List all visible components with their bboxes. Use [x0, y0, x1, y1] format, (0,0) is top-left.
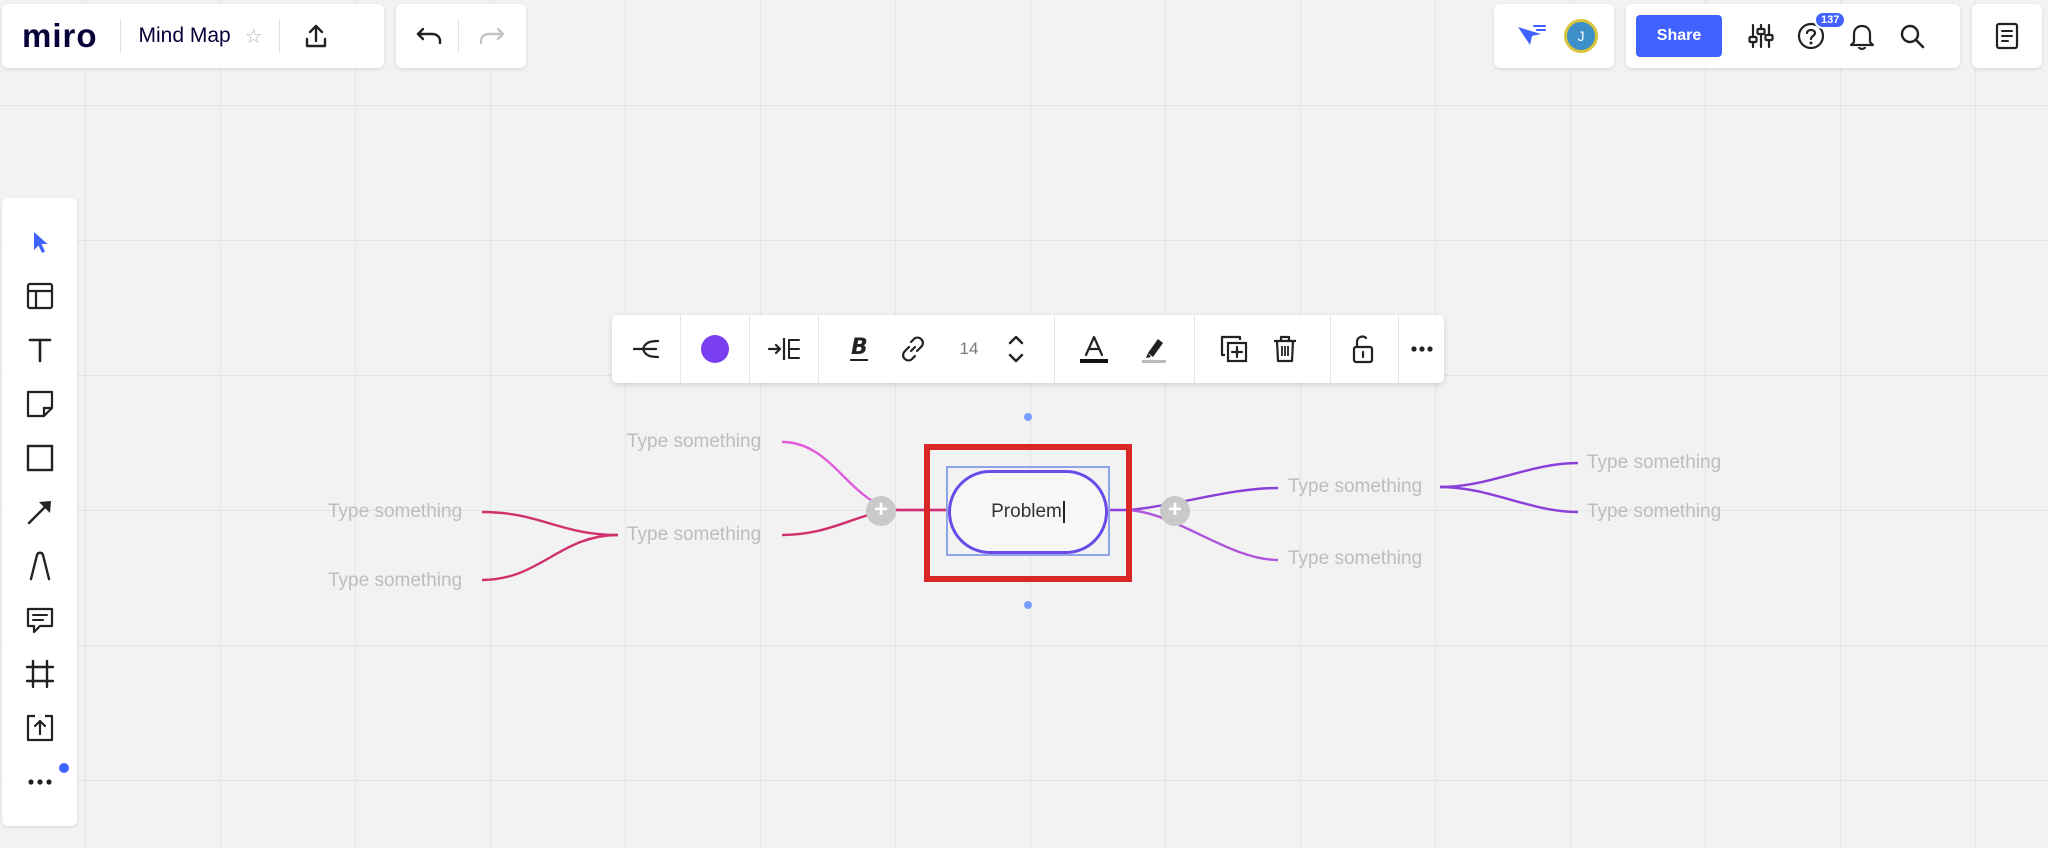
layout-icon[interactable]	[750, 315, 818, 383]
branch-line	[1108, 486, 1279, 512]
highlight-color-icon[interactable]	[1124, 315, 1184, 383]
resize-handle-top[interactable]	[1024, 413, 1032, 421]
divider	[1330, 315, 1331, 383]
divider	[1194, 315, 1195, 383]
divider	[818, 315, 819, 383]
branch-line	[1129, 508, 1279, 562]
link-icon[interactable]	[886, 315, 940, 383]
mindmap-node[interactable]: Type something	[1587, 501, 1721, 523]
branch-line	[481, 533, 619, 582]
branch-line	[1439, 485, 1579, 514]
duplicate-icon[interactable]	[1204, 315, 1264, 383]
mindmap-node[interactable]: Type something	[1587, 452, 1721, 474]
unlock-icon[interactable]	[1336, 315, 1390, 383]
text-color-icon[interactable]	[1064, 315, 1124, 383]
highlight-box	[924, 444, 1132, 582]
font-size-field[interactable]: 14	[940, 315, 998, 383]
mindmap-node[interactable]: Type something	[328, 570, 462, 592]
font-size-stepper-icon[interactable]	[998, 315, 1034, 383]
context-toolbar: B 14	[612, 315, 1444, 383]
mindmap-node[interactable]: Type something	[627, 431, 761, 453]
svg-text:B: B	[851, 335, 868, 360]
node-color-button[interactable]	[681, 315, 749, 383]
mindmap-node[interactable]: Type something	[328, 501, 462, 523]
font-size-value: 14	[959, 339, 979, 358]
bold-icon[interactable]: B	[832, 315, 886, 383]
divider	[1054, 315, 1055, 383]
mindmap-node[interactable]: Type something	[627, 524, 761, 546]
mindmap-direction-icon[interactable]	[612, 315, 680, 383]
mindmap-connectors	[481, 440, 1579, 582]
branch-line	[481, 510, 619, 537]
resize-handle-bottom[interactable]	[1024, 601, 1032, 609]
branch-line	[1439, 461, 1579, 489]
more-options-icon[interactable]	[1399, 315, 1444, 383]
add-node-left-icon[interactable]: +	[866, 496, 896, 526]
mindmap-node[interactable]: Type something	[1288, 476, 1422, 498]
delete-icon[interactable]	[1258, 315, 1312, 383]
mindmap-node[interactable]: Type something	[1288, 548, 1422, 570]
add-node-right-icon[interactable]: +	[1160, 496, 1190, 526]
